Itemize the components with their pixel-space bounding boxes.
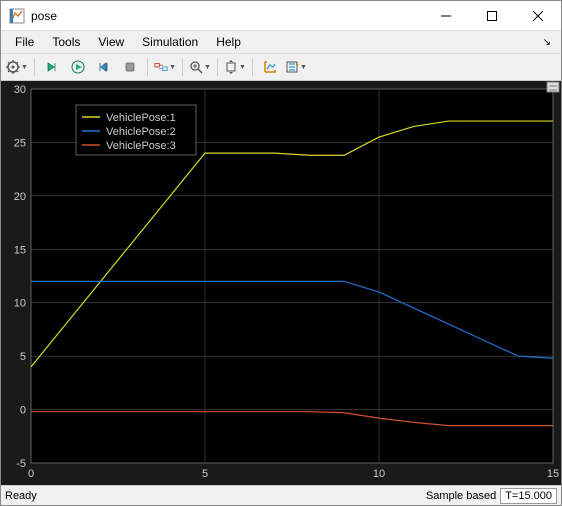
statusbar: Ready Sample based T=15.000 (1, 485, 561, 505)
svg-text:30: 30 (14, 84, 26, 96)
svg-text:10: 10 (14, 298, 26, 310)
svg-text:20: 20 (14, 191, 26, 203)
plot-canvas: 051015-5051015202530VehiclePose:1Vehicle… (1, 81, 561, 485)
window-title: pose (31, 9, 423, 23)
chevron-down-icon: ▼ (169, 64, 176, 71)
menu-view[interactable]: View (90, 33, 132, 51)
svg-text:5: 5 (202, 468, 208, 480)
toolbar: ▼ ▼ ▼ ▼ ▼ (1, 53, 561, 81)
svg-text:VehiclePose:3: VehiclePose:3 (106, 140, 176, 152)
svg-text:-5: -5 (16, 458, 26, 470)
run-button[interactable] (66, 56, 90, 78)
menu-help[interactable]: Help (208, 33, 249, 51)
status-time: T=15.000 (500, 488, 557, 504)
menu-simulation[interactable]: Simulation (134, 33, 206, 51)
svg-text:15: 15 (14, 244, 26, 256)
app-icon (9, 8, 25, 24)
chevron-down-icon: ▼ (300, 64, 307, 71)
dock-arrow-icon[interactable]: ↘ (543, 37, 555, 48)
maximize-button[interactable] (469, 1, 515, 31)
svg-text:10: 10 (373, 468, 385, 480)
toolbar-separator (252, 58, 253, 76)
svg-text:VehiclePose:1: VehiclePose:1 (106, 112, 176, 124)
minimize-button[interactable] (423, 1, 469, 31)
svg-text:25: 25 (14, 137, 26, 149)
scope-plot[interactable]: 051015-5051015202530VehiclePose:1Vehicle… (1, 81, 561, 485)
chevron-down-icon: ▼ (204, 64, 211, 71)
svg-text:0: 0 (20, 405, 26, 417)
window-controls (423, 1, 561, 31)
restart-button[interactable] (40, 56, 64, 78)
measurements-button[interactable] (258, 56, 282, 78)
stop-button[interactable] (118, 56, 142, 78)
toolbar-separator (217, 58, 218, 76)
chevron-down-icon: ▼ (239, 64, 246, 71)
toolbar-separator (147, 58, 148, 76)
triggers-button[interactable]: ▼ (284, 56, 308, 78)
close-button[interactable] (515, 1, 561, 31)
highlight-signal-button[interactable]: ▼ (153, 56, 177, 78)
toolbar-separator (182, 58, 183, 76)
svg-text:0: 0 (28, 468, 34, 480)
status-ready: Ready (5, 490, 37, 502)
menu-tools[interactable]: Tools (44, 33, 88, 51)
menubar: File Tools View Simulation Help ↘ (1, 31, 561, 53)
svg-text:5: 5 (20, 351, 26, 363)
svg-text:15: 15 (547, 468, 559, 480)
svg-text:VehiclePose:2: VehiclePose:2 (106, 126, 176, 138)
step-forward-button[interactable] (92, 56, 116, 78)
status-sample-based: Sample based (426, 490, 496, 502)
autoscale-button[interactable]: ▼ (223, 56, 247, 78)
toolbar-separator (34, 58, 35, 76)
zoom-button[interactable]: ▼ (188, 56, 212, 78)
configure-button[interactable]: ▼ (5, 56, 29, 78)
chevron-down-icon: ▼ (21, 64, 28, 71)
titlebar: pose (1, 1, 561, 31)
menu-file[interactable]: File (7, 33, 42, 51)
